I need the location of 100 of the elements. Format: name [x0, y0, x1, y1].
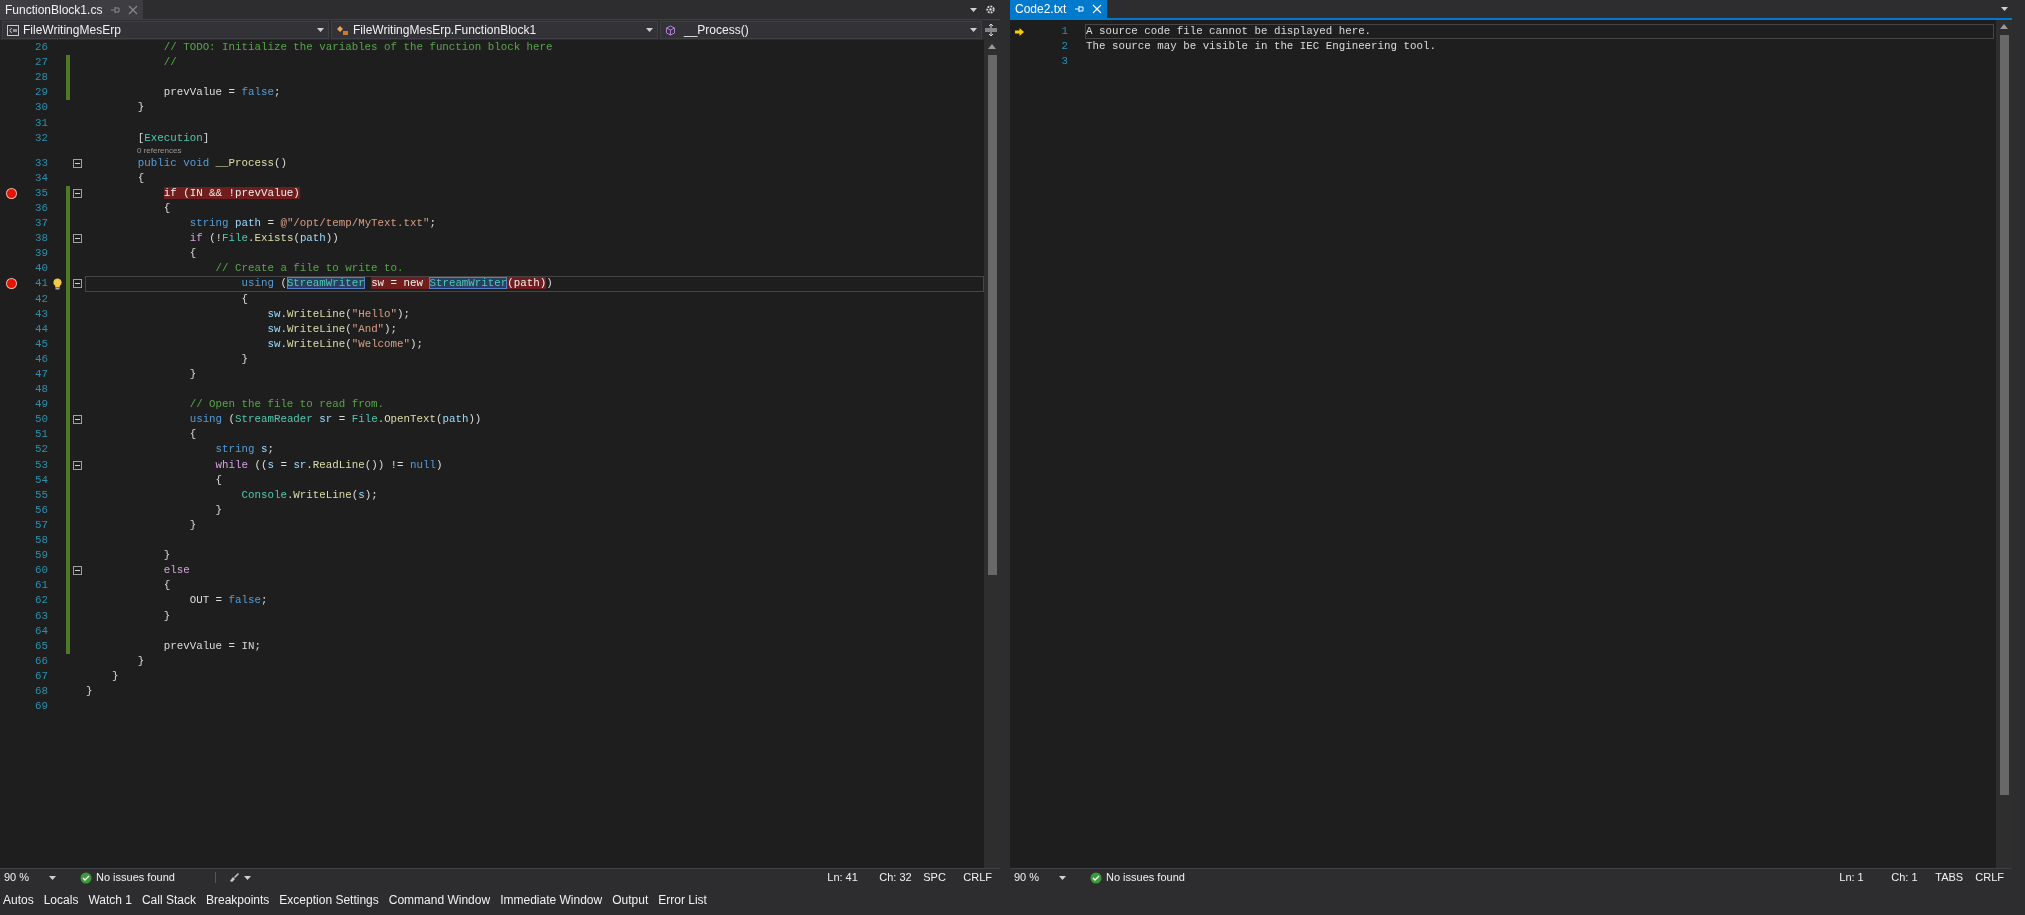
- line-number: 46: [34, 351, 48, 367]
- code-line: string s;: [214, 443, 274, 457]
- tab-menu-icon: [2001, 7, 2008, 11]
- line-number: 64: [34, 623, 48, 639]
- issues-status[interactable]: No issues found: [1106, 869, 1185, 886]
- collapse-icon[interactable]: [73, 188, 82, 198]
- tab-menu-icon: [970, 7, 977, 12]
- code-line: {: [214, 473, 223, 487]
- breakpoint-icon[interactable]: [5, 278, 17, 290]
- line-number: 28: [34, 70, 48, 86]
- collapse-icon[interactable]: [73, 279, 82, 289]
- code-line: OUT = false;: [188, 594, 268, 608]
- vertical-scrollbar[interactable]: [1996, 20, 2012, 868]
- close-icon[interactable]: [128, 4, 139, 15]
- line-number: 27: [34, 55, 48, 71]
- split-window-icon[interactable]: [984, 23, 998, 37]
- tool-window-tab[interactable]: Error List: [658, 891, 707, 909]
- code-line: sw.WriteLine("Welcome");: [266, 337, 423, 351]
- code-line: }: [136, 101, 145, 115]
- caret-icon: [646, 28, 653, 32]
- pin-icon[interactable]: [1074, 4, 1085, 14]
- code-line: {: [188, 428, 197, 442]
- collapse-icon[interactable]: [73, 460, 82, 470]
- line-number: 65: [34, 638, 48, 654]
- tool-window-tab[interactable]: Command Window: [388, 891, 491, 909]
- line-ending-indicator[interactable]: CRLF: [1975, 869, 2004, 886]
- collapse-icon[interactable]: [73, 415, 82, 425]
- code-line: }: [162, 609, 171, 623]
- scroll-up-icon[interactable]: [2000, 24, 2008, 29]
- column-indicator[interactable]: Ch: 32: [879, 869, 924, 886]
- scroll-up-icon[interactable]: [988, 44, 996, 49]
- line-number: 51: [34, 427, 48, 443]
- line-indicator[interactable]: Ln: 1: [1839, 869, 1892, 886]
- project-dropdown[interactable]: FileWritingMesErp: [2, 21, 329, 39]
- code-line: [Execution]: [136, 131, 210, 145]
- code-line: }: [240, 352, 248, 366]
- column-indicator[interactable]: Ch: 1: [1891, 869, 1936, 886]
- collapse-icon[interactable]: [73, 158, 82, 168]
- code-line: {: [162, 202, 171, 215]
- line-number: 44: [34, 321, 48, 337]
- type-dropdown[interactable]: FileWritingMesErp.FunctionBlock1: [331, 21, 658, 39]
- line-number: 3: [1060, 54, 1068, 70]
- indentation-indicator[interactable]: TABS: [1935, 869, 1976, 886]
- line-number: 66: [34, 653, 48, 669]
- line-number: 1: [1060, 24, 1068, 40]
- references-codelens[interactable]: 0 references: [137, 145, 182, 156]
- line-number: 58: [34, 533, 48, 549]
- tool-window-tab[interactable]: Exception Settings: [279, 891, 379, 909]
- line-number: 43: [34, 306, 48, 322]
- tool-window-tab[interactable]: Output: [612, 891, 649, 909]
- line-number: 67: [34, 668, 48, 684]
- tool-window-tab[interactable]: Immediate Window: [500, 891, 603, 909]
- code-line: if (!File.Exists(path)): [188, 232, 339, 246]
- code-cleanup-button[interactable]: [214, 872, 251, 883]
- issues-status[interactable]: No issues found: [96, 869, 175, 886]
- line-number: 55: [34, 487, 48, 503]
- line-number: 50: [34, 412, 48, 428]
- breakpoint-icon[interactable]: [5, 187, 17, 199]
- caret-icon: [317, 28, 324, 32]
- line-number: 45: [34, 336, 48, 352]
- code-line: prevValue = IN;: [162, 639, 261, 653]
- vertical-scrollbar[interactable]: [984, 40, 1000, 868]
- document-tab[interactable]: Code2.txt: [1010, 0, 1108, 18]
- line-number: 63: [34, 608, 48, 624]
- collapse-icon[interactable]: [73, 566, 82, 576]
- line-number: 34: [34, 170, 48, 186]
- check-circle-icon: [1090, 871, 1102, 884]
- line-number: 40: [34, 261, 48, 277]
- settings-icon[interactable]: [985, 4, 996, 15]
- code-line: {: [162, 579, 171, 593]
- line-number: 30: [34, 100, 48, 116]
- line-number: 56: [34, 502, 48, 518]
- code-line: public void __Process(): [136, 156, 287, 170]
- line-number: 32: [34, 130, 48, 146]
- tool-window-tab[interactable]: Autos: [3, 891, 34, 909]
- tool-window-tab[interactable]: Breakpoints: [206, 891, 270, 909]
- member-dropdown[interactable]: __Process(): [660, 21, 982, 39]
- line-ending-indicator[interactable]: CRLF: [963, 869, 992, 886]
- caret-icon: [49, 875, 57, 880]
- tool-window-tab[interactable]: Call Stack: [141, 891, 196, 909]
- code-line: prevValue = false;: [162, 86, 281, 100]
- tool-window-tab[interactable]: Locals: [43, 891, 79, 909]
- code-line: // TODO: Initialize the variables of the function block here: [162, 41, 553, 55]
- code-line: {: [136, 171, 145, 185]
- code-line: string path = @"/opt/temp/MyText.txt";: [188, 217, 436, 231]
- zoom-dropdown[interactable]: 90 %: [4, 869, 64, 886]
- collapse-icon[interactable]: [73, 234, 82, 244]
- document-tab[interactable]: FunctionBlock1.cs: [0, 0, 144, 19]
- indentation-indicator[interactable]: SPC: [923, 869, 964, 886]
- lightbulb-icon[interactable]: [52, 277, 62, 290]
- line-indicator[interactable]: Ln: 41: [827, 869, 880, 886]
- line-number: 68: [34, 684, 48, 699]
- code-line: sw.WriteLine("And");: [266, 322, 398, 336]
- line-number: 47: [34, 367, 48, 382]
- code-line: using (StreamReader sr = File.OpenText(path)): [188, 413, 482, 427]
- tool-window-tab[interactable]: Watch 1: [88, 891, 132, 909]
- line-number: 35: [34, 185, 48, 201]
- line-number: 26: [34, 40, 48, 56]
- cube-icon: [665, 24, 676, 36]
- zoom-dropdown[interactable]: 90 %: [1014, 869, 1074, 886]
